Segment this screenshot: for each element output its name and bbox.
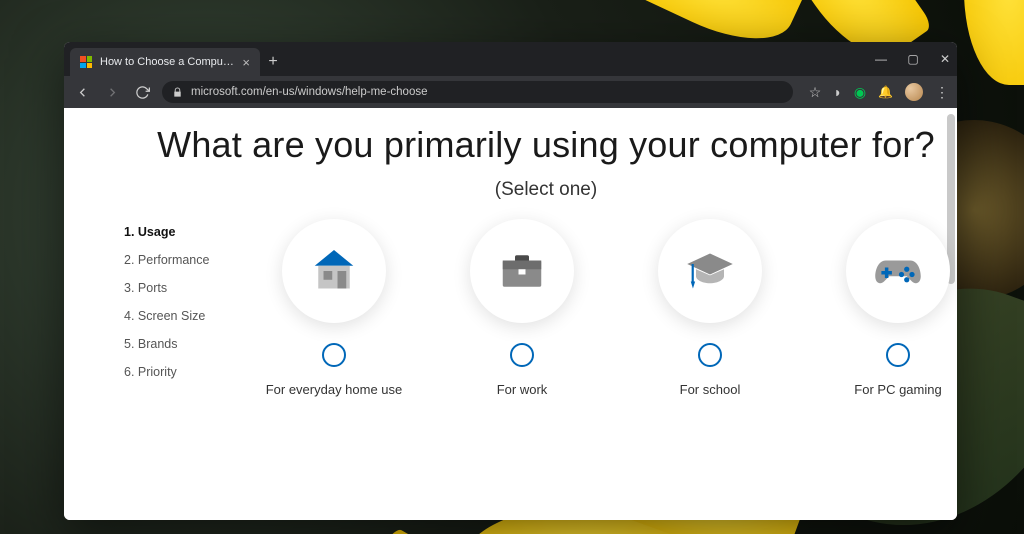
forward-button[interactable] [102,85,122,100]
page-content: What are you primarily using your comput… [64,108,957,520]
tab-title: How to Choose a Computer: Fin… [100,56,234,68]
reader-mode-icon[interactable]: ◗ [833,84,841,100]
profile-avatar[interactable] [905,83,923,101]
browser-window: How to Choose a Computer: Fin… × + — ▢ ✕… [64,42,957,520]
notifications-icon[interactable]: 🔔 [878,85,893,99]
browser-tab[interactable]: How to Choose a Computer: Fin… × [70,48,260,76]
messenger-ext-icon[interactable]: ◉ [854,84,866,101]
briefcase-icon [470,219,574,323]
address-bar: microsoft.com/en-us/windows/help-me-choo… [64,76,957,108]
step-performance[interactable]: 2. Performance [124,253,254,267]
url-text: microsoft.com/en-us/windows/help-me-choo… [191,86,427,98]
option-work[interactable]: For work [452,219,592,399]
radio-work[interactable] [510,343,534,367]
gamepad-icon [846,219,950,323]
option-grid: For everyday home use For wo [254,219,957,399]
browser-menu-button[interactable]: ⋮ [935,84,949,101]
option-gaming-label: For PC gaming [854,381,941,399]
question-heading: What are you primarily using your comput… [124,122,957,167]
wizard-steps: 1. Usage 2. Performance 3. Ports 4. Scre… [124,219,254,399]
close-tab-icon[interactable]: × [242,56,250,69]
radio-home[interactable] [322,343,346,367]
microsoft-favicon [80,56,92,68]
back-button[interactable] [72,85,92,100]
step-screen-size[interactable]: 4. Screen Size [124,309,254,323]
option-school-label: For school [680,381,741,399]
step-ports[interactable]: 3. Ports [124,281,254,295]
step-usage[interactable]: 1. Usage [124,225,254,239]
step-brands[interactable]: 5. Brands [124,337,254,351]
option-gaming[interactable]: For PC gaming [828,219,957,399]
question-hint: (Select one) [124,179,957,201]
toolbar-actions: ☆ ◗ ◉ 🔔 ⋮ [803,83,949,101]
option-home[interactable]: For everyday home use [264,219,404,399]
option-work-label: For work [497,381,548,399]
graduation-cap-icon [658,219,762,323]
option-home-label: For everyday home use [266,381,403,399]
lock-icon [172,87,183,98]
window-controls: — ▢ ✕ [873,42,953,76]
close-window-button[interactable]: ✕ [937,52,953,66]
tab-bar: How to Choose a Computer: Fin… × + — ▢ ✕ [64,42,957,76]
house-icon [282,219,386,323]
reload-button[interactable] [132,85,152,100]
bookmark-star-icon[interactable]: ☆ [809,84,822,101]
option-school[interactable]: For school [640,219,780,399]
step-priority[interactable]: 6. Priority [124,365,254,379]
radio-gaming[interactable] [886,343,910,367]
new-tab-button[interactable]: + [260,48,286,76]
radio-school[interactable] [698,343,722,367]
minimize-button[interactable]: — [873,52,889,66]
maximize-button[interactable]: ▢ [905,52,921,66]
url-field[interactable]: microsoft.com/en-us/windows/help-me-choo… [162,81,793,103]
page-viewport: What are you primarily using your comput… [64,108,957,520]
